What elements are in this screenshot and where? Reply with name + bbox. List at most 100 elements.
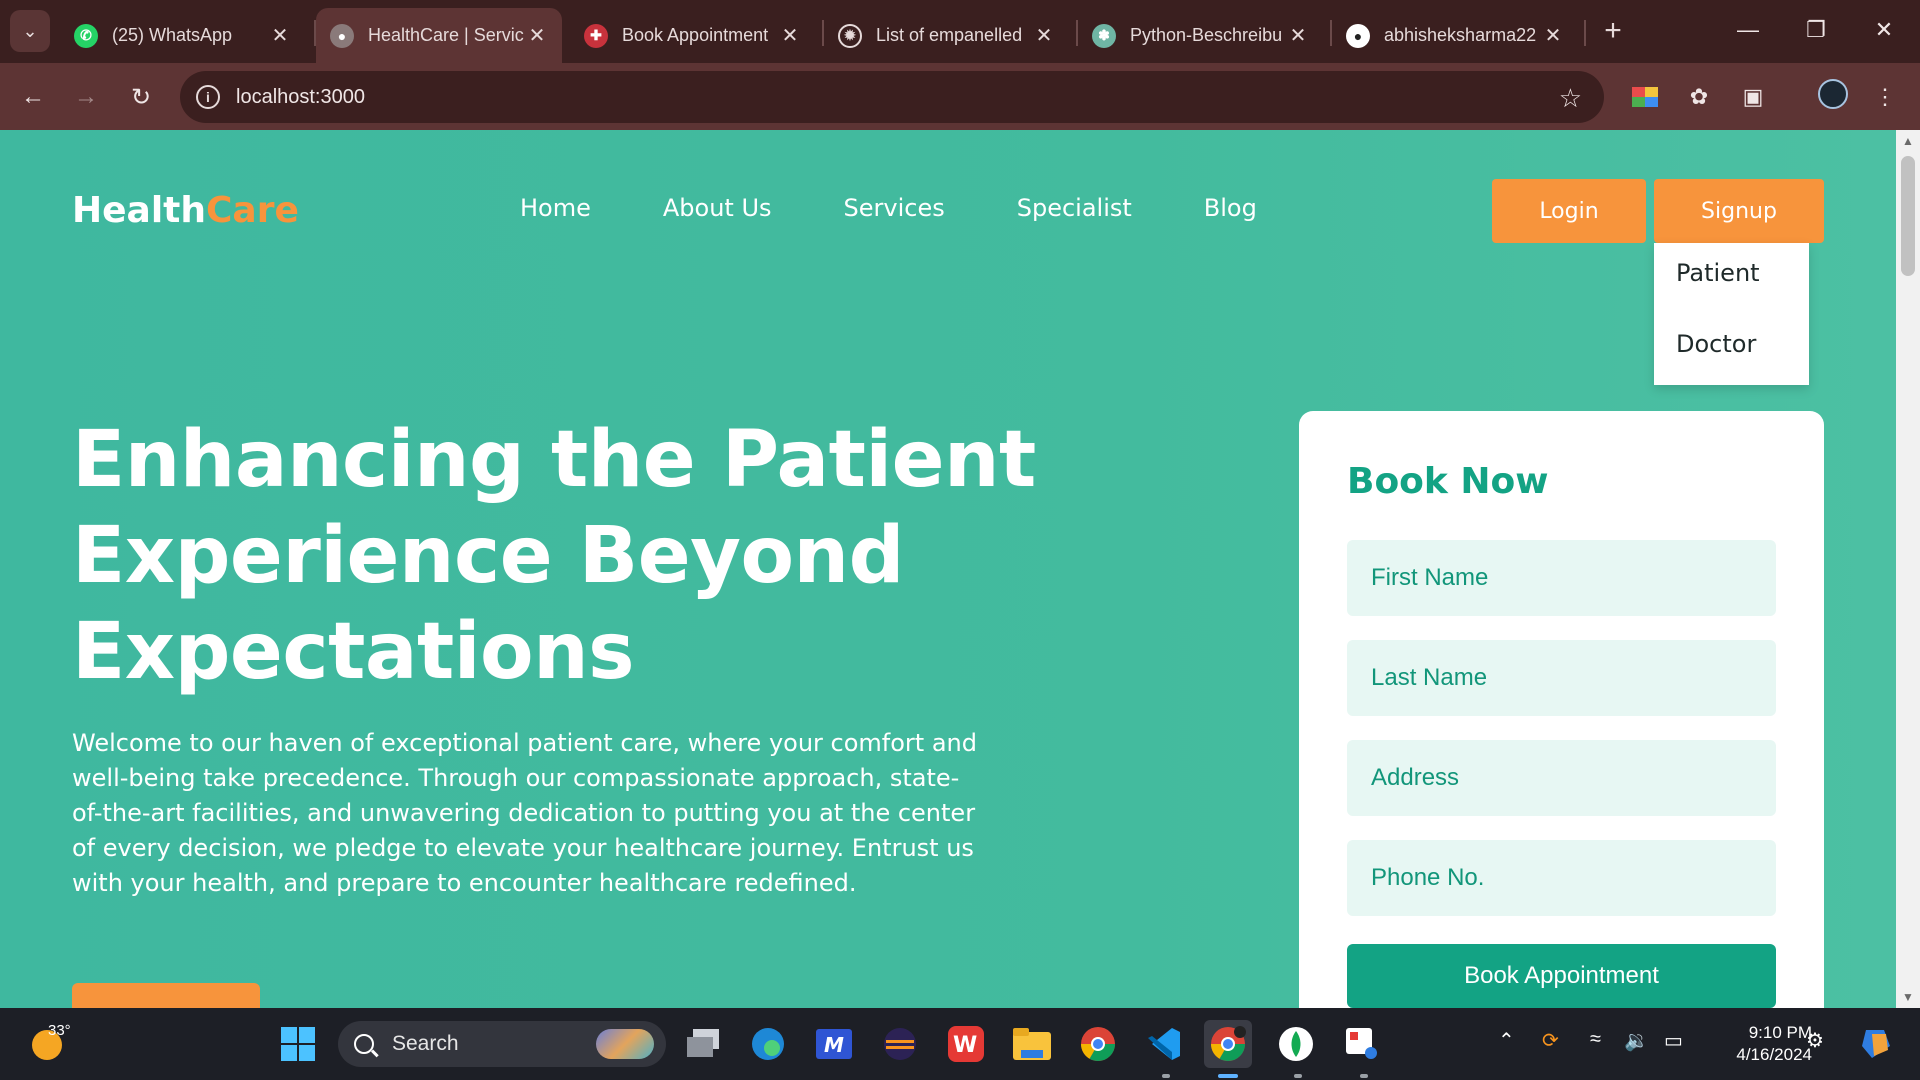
first-name-field[interactable] xyxy=(1347,540,1776,616)
windows-taskbar: 33° Search M W ⌃ ⟳ ≈ � xyxy=(0,1008,1920,1080)
logo-main-text: Health xyxy=(72,190,207,231)
taskbar-running-indicator xyxy=(1162,1074,1170,1078)
book-now-heading: Book Now xyxy=(1347,461,1549,502)
pill-icon: ✚ xyxy=(584,23,608,48)
address-field[interactable] xyxy=(1347,740,1776,816)
wifi-icon[interactable]: ≈ xyxy=(1590,1028,1601,1051)
nav-services[interactable]: Services xyxy=(844,194,945,222)
minimize-icon[interactable]: — xyxy=(1718,10,1778,50)
scrollbar-thumb[interactable] xyxy=(1901,156,1915,276)
last-name-field[interactable] xyxy=(1347,640,1776,716)
search-highlight-art xyxy=(596,1029,654,1059)
new-tab-plus-icon[interactable]: + xyxy=(1596,14,1630,48)
cookie-extension-icon[interactable]: ✿ xyxy=(1682,80,1716,114)
chrome-profile-icon[interactable] xyxy=(1204,1020,1252,1068)
tab-github[interactable]: ● abhisheksharma22 ✕ xyxy=(1332,8,1578,63)
forward-arrow-icon[interactable]: → xyxy=(66,77,106,117)
browser-tab-strip: ⌄ ✆ (25) WhatsApp ✕ ● HealthCare | Servi… xyxy=(0,0,1920,63)
close-icon[interactable]: ✕ xyxy=(1031,23,1057,49)
scroll-down-icon[interactable]: ▼ xyxy=(1901,990,1915,1004)
chrome-icon[interactable] xyxy=(1074,1020,1122,1068)
site-logo[interactable]: HealthCare xyxy=(72,190,299,231)
globe-icon: ● xyxy=(330,23,354,48)
tab-python[interactable]: ✽ Python-Beschreibu ✕ xyxy=(1078,8,1323,63)
vscode-icon[interactable] xyxy=(1140,1020,1188,1068)
openai-icon: ✽ xyxy=(1092,23,1116,48)
mongodb-compass-icon[interactable] xyxy=(1272,1020,1320,1068)
tab-title: HealthCare | Servic xyxy=(368,25,524,45)
eclipse-m-icon[interactable]: M xyxy=(810,1020,858,1068)
close-icon[interactable]: ✕ xyxy=(267,23,293,49)
hero-text: Welcome to our haven of exceptional pati… xyxy=(72,729,977,897)
tab-title: List of empanelled xyxy=(876,25,1023,45)
clock-date: 4/16/2024 xyxy=(1736,1045,1812,1064)
tab-healthcare[interactable]: ● HealthCare | Servic ✕ xyxy=(316,8,562,63)
volume-icon[interactable]: 🔉 xyxy=(1624,1028,1649,1053)
tab-title: Python-Beschreibu xyxy=(1130,25,1283,45)
tab-title: abhisheksharma22 xyxy=(1384,25,1537,45)
temperature: 33° xyxy=(48,1022,71,1039)
page-scrollbar[interactable]: ▲ ▼ xyxy=(1896,130,1920,1008)
nav-blog[interactable]: Blog xyxy=(1204,194,1257,222)
snipping-tool-icon[interactable] xyxy=(1338,1020,1386,1068)
extension-colorful-icon[interactable] xyxy=(1628,80,1662,114)
edge-icon[interactable] xyxy=(744,1020,792,1068)
window-close-icon[interactable]: ✕ xyxy=(1854,10,1914,50)
tab-whatsapp[interactable]: ✆ (25) WhatsApp ✕ xyxy=(60,8,305,63)
seal-icon: ✹ xyxy=(838,23,862,48)
extensions-puzzle-icon[interactable]: ▣ xyxy=(1736,80,1770,114)
nav-specialist[interactable]: Specialist xyxy=(1017,194,1132,222)
tab-book-appointment[interactable]: ✚ Book Appointment ✕ xyxy=(570,8,815,63)
close-icon[interactable]: ✕ xyxy=(1540,23,1566,49)
wps-office-icon[interactable]: W xyxy=(942,1020,990,1068)
close-icon[interactable]: ✕ xyxy=(524,23,550,49)
browser-menu-kebab-icon[interactable]: ⋮ xyxy=(1868,80,1902,114)
tab-title: Book Appointment xyxy=(622,25,769,45)
scroll-up-icon[interactable]: ▲ xyxy=(1901,134,1915,148)
site-info-icon[interactable]: i xyxy=(196,85,220,109)
login-button[interactable]: Login xyxy=(1492,179,1646,243)
url-text[interactable]: localhost:3000 xyxy=(236,86,365,109)
book-now-card: Book Now Book Appointment xyxy=(1299,411,1824,1008)
close-icon[interactable]: ✕ xyxy=(777,23,803,49)
profile-avatar[interactable] xyxy=(1818,79,1848,109)
nav-home[interactable]: Home xyxy=(520,194,591,222)
windows-start-icon[interactable] xyxy=(274,1020,322,1068)
signup-dropdown: Patient Doctor xyxy=(1654,243,1809,385)
address-bar[interactable]: i localhost:3000 ☆ xyxy=(180,71,1604,123)
close-icon[interactable]: ✕ xyxy=(1285,23,1311,49)
signup-option-doctor[interactable]: Doctor xyxy=(1676,330,1756,358)
taskbar-active-indicator xyxy=(1218,1074,1238,1078)
book-appointment-button[interactable]: Book Appointment xyxy=(1347,944,1776,1008)
whatsapp-icon: ✆ xyxy=(74,23,98,48)
tab-empanelled-list[interactable]: ✹ List of empanelled ✕ xyxy=(824,8,1069,63)
copilot-icon[interactable] xyxy=(1852,1020,1900,1068)
taskbar-search[interactable]: Search xyxy=(338,1021,666,1067)
svg-text:M: M xyxy=(824,1033,844,1057)
github-icon: ● xyxy=(1346,23,1370,48)
sync-icon[interactable]: ⟳ xyxy=(1542,1028,1559,1053)
file-explorer-icon[interactable] xyxy=(1008,1020,1056,1068)
taskbar-running-indicator xyxy=(1360,1074,1368,1078)
hero-cta-button[interactable] xyxy=(72,983,260,1008)
search-icon xyxy=(354,1034,374,1054)
taskbar-clock[interactable]: 9:10 PM 4/16/2024 xyxy=(1700,1022,1812,1066)
phone-field[interactable] xyxy=(1347,840,1776,916)
logo-accent-text: Care xyxy=(206,190,299,231)
notifications-bell-icon[interactable]: ⚙ xyxy=(1806,1028,1824,1053)
back-arrow-icon[interactable]: ← xyxy=(13,77,53,117)
tab-search-chevron-icon[interactable]: ⌄ xyxy=(10,10,50,52)
battery-icon[interactable]: ▭ xyxy=(1664,1028,1683,1053)
signup-button[interactable]: Signup xyxy=(1654,179,1824,243)
restore-icon[interactable]: ❐ xyxy=(1786,10,1846,50)
signup-option-patient[interactable]: Patient xyxy=(1676,259,1760,287)
eclipse-ide-icon[interactable] xyxy=(876,1020,924,1068)
nav-about-us[interactable]: About Us xyxy=(663,194,772,222)
taskbar-running-indicator xyxy=(1294,1074,1302,1078)
search-label: Search xyxy=(392,1032,459,1055)
bookmark-star-icon[interactable]: ☆ xyxy=(1559,83,1582,114)
weather-widget[interactable]: 33° xyxy=(26,1022,71,1066)
show-hidden-icons-chevron-icon[interactable]: ⌃ xyxy=(1498,1028,1515,1053)
task-view-icon[interactable] xyxy=(680,1020,728,1068)
reload-icon[interactable]: ↻ xyxy=(121,77,161,117)
